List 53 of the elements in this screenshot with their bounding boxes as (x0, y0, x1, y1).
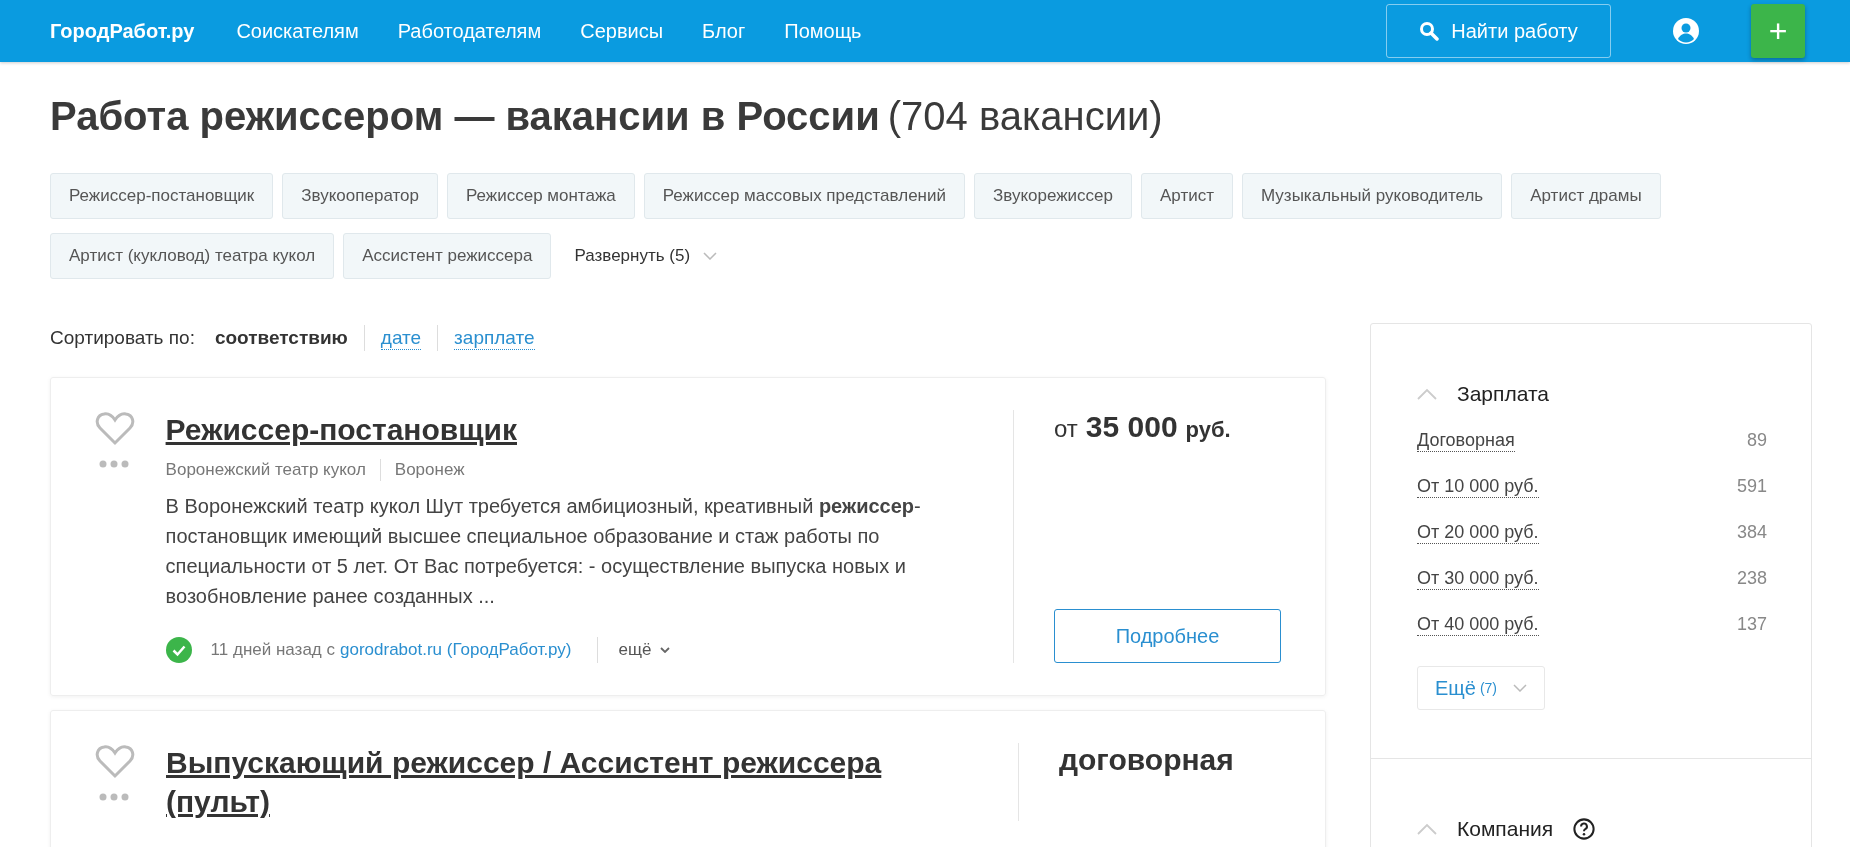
show-more-button[interactable]: Ещё (7) (1417, 666, 1545, 710)
filter-option[interactable]: От 40 000 руб. (1417, 614, 1539, 636)
tag-chip[interactable]: Звукооператор (282, 173, 438, 219)
vacancy-description: В Воронежский театр кукол Шут требуется амбициозный, креативный режиссер-постановщик имеющий высшее специальное образование и стаж работы по специальности от 5 лет. От Вас потребуется: - осуществление выпуска новых и возобновление ранее созданных ... (165, 494, 922, 609)
posted-time: 11 дней назад с (210, 640, 335, 660)
details-button[interactable]: Подробнее (1054, 609, 1281, 663)
tag-chip[interactable]: Артист (кукловод) театра кукол (50, 233, 335, 279)
salary: от 35 000 руб. (1054, 410, 1232, 444)
tag-chip[interactable]: Режиссер-постановщик (50, 173, 274, 219)
tag-chip[interactable]: Ассистент режиссера (343, 233, 552, 279)
vacancy-count: (704 вакансии) (887, 94, 1163, 139)
vacancy-title[interactable]: Выпускающий режиссер / Ассистент режиссера (пульт) (166, 743, 956, 821)
help-icon[interactable] (1573, 818, 1596, 840)
heart-icon[interactable] (95, 412, 135, 446)
search-icon (1419, 21, 1440, 41)
more-dots-icon[interactable] (99, 793, 129, 801)
user-icon[interactable] (1673, 18, 1699, 44)
filter-option[interactable]: От 10 000 руб. (1417, 476, 1539, 498)
chevron-down-icon (660, 647, 671, 653)
vacancy-title[interactable]: Режиссер-постановщик (165, 410, 951, 449)
chevron-down-icon (703, 252, 718, 260)
salary: договорная (1059, 743, 1235, 777)
sort-option[interactable]: соответствию (214, 327, 348, 349)
option-count: 89 (1746, 430, 1767, 451)
tag-chip[interactable]: Режиссер массовых представлений (643, 173, 965, 219)
option-count: 591 (1736, 476, 1767, 497)
tag-chip[interactable]: Звукорежиссер (974, 173, 1132, 219)
chevron-up-icon[interactable] (1417, 823, 1437, 835)
page-title: Работа режиссером — вакансии в России (50, 94, 880, 139)
filter-option[interactable]: От 20 000 руб. (1417, 522, 1539, 544)
chevron-down-icon (1513, 684, 1527, 692)
filter-option[interactable]: Договорная (1417, 430, 1515, 452)
more-link[interactable]: ещё (618, 640, 652, 660)
tag-chip[interactable]: Режиссер монтажа (447, 173, 635, 219)
expand-link[interactable]: Развернуть (5) (574, 246, 691, 266)
filter-title: Компания (1457, 817, 1554, 841)
sort-option[interactable]: зарплате (454, 326, 535, 350)
heart-icon[interactable] (95, 745, 135, 779)
filter-option[interactable]: От 30 000 руб. (1417, 568, 1539, 590)
sort-label: Сортировать по: (50, 327, 195, 349)
city-name: Воронеж (394, 460, 465, 480)
company-name: Воронежский театр кукол (165, 460, 366, 480)
more-dots-icon[interactable] (99, 460, 129, 468)
sort-option[interactable]: дате (380, 326, 422, 350)
tag-chip[interactable]: Артист (1141, 173, 1233, 219)
option-count: 384 (1736, 522, 1767, 543)
option-count: 238 (1736, 568, 1767, 589)
tag-chip[interactable]: Музыкальный руководитель (1242, 173, 1503, 219)
chevron-up-icon[interactable] (1417, 388, 1437, 400)
option-count: 137 (1736, 614, 1767, 635)
tag-chip[interactable]: Артист драмы (1511, 173, 1661, 219)
source-link[interactable]: gorodrabot.ru (ГородРабот.ру) (340, 640, 572, 660)
filter-title: Зарплата (1457, 382, 1549, 406)
